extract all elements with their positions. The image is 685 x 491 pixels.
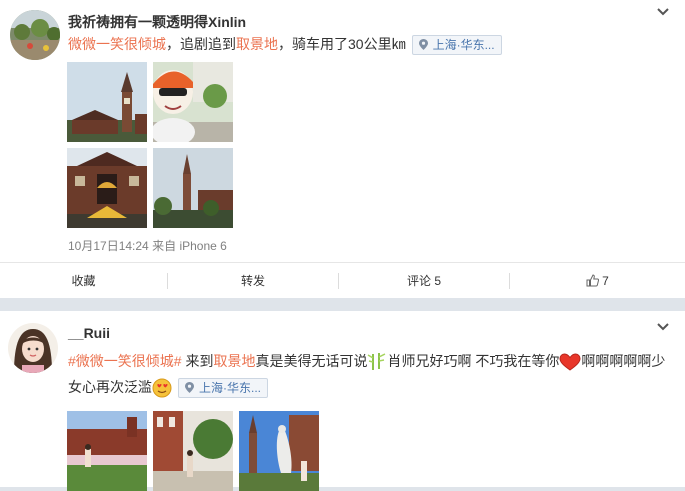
text-segment: 肖师兄好巧啊 不巧我在等你 xyxy=(387,353,560,369)
post-action-bar: 收藏 转发 评论 5 7 xyxy=(0,262,685,299)
photo-thumbnail[interactable] xyxy=(239,411,319,491)
post-text-line-2: 女心再次泛滥 上海·华东... xyxy=(68,375,268,399)
place-link[interactable]: 取景地 xyxy=(213,353,255,369)
post-text: 微微一笑很倾城，追剧追到取景地，骑车用了30公里㎞ 上海·华东... xyxy=(68,32,502,56)
text-segment: 真是美得无话可说 xyxy=(255,353,368,369)
location-pin-icon xyxy=(185,382,194,394)
photo-thumbnail[interactable] xyxy=(67,62,147,142)
heart-emoji-icon xyxy=(559,353,581,371)
post-card-2: __Ruii #微微一笑很倾城# 来到取景地真是美得无话可说 肖师兄好巧啊 不巧我… xyxy=(0,311,685,491)
post-meta: 10月17日14:24 来自 iPhone 6 xyxy=(68,237,227,254)
post-time[interactable]: 10月17日14:24 xyxy=(68,239,149,253)
source-prefix: 来自 xyxy=(152,239,177,253)
heart-face-emoji-icon xyxy=(152,378,172,398)
topic-link[interactable]: 微微一笑很倾城 xyxy=(68,36,166,52)
repost-button[interactable]: 转发 xyxy=(168,263,338,299)
text-segment: ，追剧追到 xyxy=(166,36,236,52)
author-name[interactable]: __Ruii xyxy=(68,325,110,341)
photo-thumbnail[interactable] xyxy=(67,148,147,228)
location-label: 上海·华东... xyxy=(432,38,495,53)
chevron-down-icon[interactable] xyxy=(657,321,669,333)
comment-button[interactable]: 评论 5 xyxy=(339,263,509,299)
photo-thumbnail[interactable] xyxy=(153,62,233,142)
author-avatar[interactable] xyxy=(10,10,60,60)
author-avatar[interactable] xyxy=(8,323,58,373)
photo-thumbnail[interactable] xyxy=(153,411,233,491)
text-segment: ，骑车用了30公里㎞ xyxy=(278,36,406,52)
location-tag[interactable]: 上海·华东... xyxy=(411,35,502,56)
photo-thumbnail[interactable] xyxy=(67,411,147,491)
source-name[interactable]: iPhone 6 xyxy=(179,239,226,253)
post-card-1: 我祈祷拥有一颗透明得Xinlin 微微一笑很倾城，追剧追到取景地，骑车用了30公… xyxy=(0,0,685,298)
location-label: 上海·华东... xyxy=(199,381,261,396)
location-pin-icon xyxy=(418,39,428,51)
chevron-down-icon[interactable] xyxy=(657,6,669,18)
text-segment: 女心再次泛滥 xyxy=(68,379,152,395)
thumbs-up-icon xyxy=(586,274,600,287)
text-segment: 来到 xyxy=(185,353,214,369)
location-tag[interactable]: 上海·华东... xyxy=(178,378,268,399)
like-button[interactable]: 7 xyxy=(510,263,685,299)
place-link[interactable]: 取景地 xyxy=(236,36,278,52)
photo-thumbnail[interactable] xyxy=(153,148,233,228)
like-count: 7 xyxy=(602,274,609,288)
favorite-button[interactable]: 收藏 xyxy=(0,263,167,299)
topic-link[interactable]: #微微一笑很倾城# xyxy=(68,353,182,369)
author-name[interactable]: 我祈祷拥有一颗透明得Xinlin xyxy=(68,12,246,32)
bamboo-emoji-icon xyxy=(368,353,386,371)
text-segment: 啊啊啊啊啊少 xyxy=(581,353,666,369)
post-text-line-1: #微微一笑很倾城# 来到取景地真是美得无话可说 肖师兄好巧啊 不巧我在等你 啊啊啊啊… xyxy=(68,349,665,373)
